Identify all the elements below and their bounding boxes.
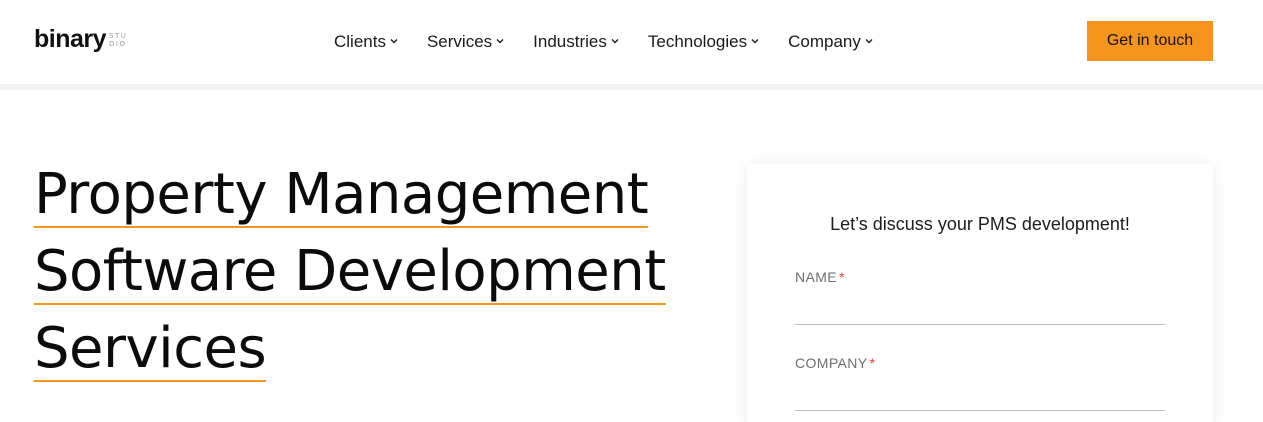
nav-item-label: Services xyxy=(426,32,493,51)
title-line-text: Property Management xyxy=(34,162,649,228)
nav-item-label: Technologies xyxy=(647,32,748,51)
name-field-label: NAME * xyxy=(795,269,1165,285)
required-marker: * xyxy=(839,269,845,285)
nav-item-label: Company xyxy=(788,32,861,51)
company-field-label: COMPANY * xyxy=(795,355,1165,371)
main-nav: Clients Services Industries Technologies… xyxy=(334,30,902,54)
logo-subtext: STU DIO xyxy=(109,32,127,48)
chevron-down-icon xyxy=(390,37,398,45)
company-label-text: COMPANY xyxy=(795,355,868,371)
nav-item-technologies[interactable]: Technologies xyxy=(648,30,759,54)
logo-subtext-top: STU xyxy=(109,32,128,40)
logo-subtext-bottom: DIO xyxy=(109,40,127,48)
chevron-down-icon xyxy=(865,37,873,45)
page-title: Property Management Software Development… xyxy=(34,156,714,387)
title-line: Services xyxy=(34,310,714,387)
name-field-group: NAME * xyxy=(795,269,1165,325)
title-line-text: Services xyxy=(34,316,267,382)
nav-item-services[interactable]: Services xyxy=(427,30,504,54)
chevron-down-icon xyxy=(611,37,619,45)
nav-item-company[interactable]: Company xyxy=(788,30,873,54)
logo-wordmark: binary xyxy=(34,25,107,53)
get-in-touch-button[interactable]: Get in touch xyxy=(1087,21,1213,61)
chevron-down-icon xyxy=(751,37,759,45)
company-field[interactable] xyxy=(795,381,1165,411)
company-field-group: COMPANY * xyxy=(795,355,1165,411)
binary-studio-logo[interactable]: binary STU DIO xyxy=(34,24,127,58)
form-heading: Let’s discuss your PMS development! xyxy=(830,214,1130,234)
nav-item-industries[interactable]: Industries xyxy=(533,30,619,54)
nav-item-label: Clients xyxy=(334,32,386,51)
name-label-text: NAME xyxy=(795,269,838,285)
contact-form-card: Let’s discuss your PMS development! NAME… xyxy=(747,164,1213,422)
title-line: Software Development xyxy=(34,233,714,310)
nav-item-label: Industries xyxy=(533,32,607,51)
required-marker: * xyxy=(869,355,876,371)
nav-item-clients[interactable]: Clients xyxy=(334,30,398,54)
header-divider xyxy=(0,84,1263,90)
site-header: binary STU DIO Clients Services Industri… xyxy=(0,0,1263,84)
title-line-text: Software Development xyxy=(34,239,666,305)
title-line: Property Management xyxy=(34,156,714,233)
name-field[interactable] xyxy=(795,295,1165,325)
chevron-down-icon xyxy=(496,37,504,45)
